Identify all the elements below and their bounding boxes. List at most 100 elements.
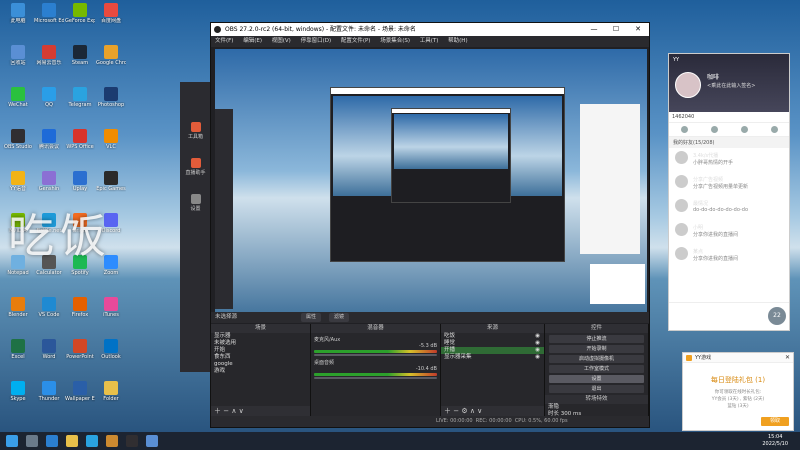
sources-toolbar[interactable]: ＋ − ⚙ ∧ ∨ — [441, 406, 544, 416]
scenes-toolbar[interactable]: ＋ − ∧ ∨ — [211, 406, 310, 416]
maximize-button[interactable]: ☐ — [605, 23, 627, 36]
studio-mode-button[interactable]: 工作室模式 — [549, 365, 644, 373]
scene-item[interactable]: 食东西 — [211, 354, 310, 361]
start-icon[interactable] — [6, 435, 18, 447]
desktop-icon[interactable]: Excel — [3, 339, 33, 360]
desktop-icon[interactable]: YY语音 — [3, 171, 33, 192]
transition-type-select[interactable]: 渐隐 — [545, 404, 648, 411]
app-icon — [104, 171, 118, 185]
source-item[interactable]: 开播 ◉ — [441, 347, 544, 354]
desktop-icon[interactable]: Wallpaper Engine — [65, 381, 95, 402]
menu-help[interactable]: 帮助(H) — [448, 38, 467, 44]
desktop-icon[interactable]: Epic Games — [96, 171, 126, 192]
menu-view[interactable]: 视图(V) — [272, 38, 291, 44]
desktop-icon[interactable]: Outlook — [96, 339, 126, 360]
desktop-icon[interactable]: 此电脑 — [3, 3, 33, 24]
scene-item[interactable]: 未被选用 — [211, 340, 310, 347]
menu-docks[interactable]: 停靠窗口(D) — [301, 38, 332, 44]
desktop-icon[interactable]: Blender — [3, 297, 33, 318]
desktop-icon[interactable]: Google Chrome — [96, 45, 126, 66]
menu-file[interactable]: 文件(F) — [215, 38, 233, 44]
source-item[interactable]: 睡觉 ◉ — [441, 340, 544, 347]
desktop-icon[interactable]: Uplay — [65, 171, 95, 192]
bg-tab-tools[interactable]: 工具箱 — [180, 122, 211, 140]
claim-button[interactable]: 领取 — [761, 417, 789, 426]
menu-edit[interactable]: 编辑(E) — [243, 38, 262, 44]
virtual-camera-button[interactable]: 启动虚拟摄像机 — [549, 355, 644, 363]
edge-icon[interactable] — [46, 435, 58, 447]
desktop-icon[interactable]: Steam — [65, 45, 95, 66]
list-item[interactable]: 3.4k/s代播 小胖哥热情的开手 — [669, 148, 789, 172]
desktop-icon[interactable]: WPS Office — [65, 129, 95, 150]
scene-item[interactable]: 显示器 — [211, 333, 310, 340]
menu-profile[interactable]: 配置文件(P) — [341, 38, 371, 44]
tab-channels-icon[interactable] — [740, 126, 748, 133]
unread-count-badge[interactable]: 22 — [768, 307, 786, 325]
app-icon[interactable] — [146, 435, 158, 447]
desktop-icon[interactable]: Genshin — [34, 171, 64, 192]
folder-icon[interactable] — [66, 435, 78, 447]
taskbar-clock[interactable]: 15:04 2022/5/10 — [762, 434, 788, 448]
list-item[interactable]: 小明 分享你进我的直播间 — [669, 220, 789, 244]
exit-button[interactable]: 退出 — [549, 385, 644, 393]
tab-recent-icon[interactable] — [770, 126, 778, 133]
tab-contacts-icon[interactable] — [680, 126, 688, 133]
desktop-icon[interactable]: GeForce Experience — [65, 3, 95, 24]
yy-icon[interactable] — [106, 435, 118, 447]
desktop-icon[interactable]: WeChat — [3, 87, 33, 108]
desktop-icon[interactable]: 回收站 — [3, 45, 33, 66]
desktop-icon[interactable]: VS Code — [34, 297, 64, 318]
tab-groups-icon[interactable] — [710, 126, 718, 133]
volume-slider[interactable] — [314, 377, 437, 379]
list-item[interactable]: 最情况 do-do-do-do-do-do-do — [669, 196, 789, 220]
obs-icon[interactable] — [126, 435, 138, 447]
minimize-button[interactable]: — — [583, 23, 605, 36]
scene-item[interactable]: google — [211, 361, 310, 368]
list-item[interactable]: 某点 分享你进我的直播间 — [669, 244, 789, 268]
avatar[interactable] — [675, 72, 701, 98]
desktop-icon[interactable]: OBS Studio — [3, 129, 33, 150]
eye-icon[interactable]: ◉ — [535, 340, 540, 347]
start-recording-button[interactable]: 开始录制 — [549, 345, 644, 353]
desktop-icon[interactable]: Thunder — [34, 381, 64, 402]
desktop-icon[interactable]: VLC — [96, 129, 126, 150]
yy-signature[interactable]: <乘此在此输入签名> — [707, 82, 755, 89]
eye-icon[interactable]: ◉ — [535, 347, 540, 354]
scene-item[interactable]: 开始 — [211, 347, 310, 354]
telegram-icon[interactable] — [86, 435, 98, 447]
eye-icon[interactable]: ◉ — [535, 333, 540, 340]
desktop-icon[interactable]: Folder — [96, 381, 126, 402]
list-item[interactable]: 分享广告视频 分享广告视频用量单更新 — [669, 172, 789, 196]
menu-tools[interactable]: 工具(T) — [420, 38, 439, 44]
source-item[interactable]: 显示器采集 ◉ — [441, 354, 544, 361]
eye-icon[interactable]: ◉ — [535, 354, 540, 361]
desktop-icon[interactable]: 网易云音乐 — [34, 45, 64, 66]
settings-button[interactable]: 设置 — [549, 375, 644, 383]
menu-scene-collection[interactable]: 场景集合(S) — [380, 38, 410, 44]
desktop-icon[interactable]: iTunes — [96, 297, 126, 318]
stop-streaming-button[interactable]: 停止推流 — [549, 335, 644, 343]
filters-button[interactable]: 滤镜 — [329, 313, 350, 322]
desktop-icon[interactable]: Word — [34, 339, 64, 360]
desktop-icon[interactable]: Microsoft Edge — [34, 3, 64, 24]
scene-item[interactable]: 游戏 — [211, 368, 310, 375]
search-icon[interactable] — [26, 435, 38, 447]
close-button[interactable]: ✕ — [627, 23, 649, 36]
volume-slider[interactable] — [314, 354, 437, 356]
desktop-icon[interactable]: QQ — [34, 87, 64, 108]
properties-button[interactable]: 属性 — [301, 313, 322, 322]
desktop-icon[interactable]: 百度网盘 — [96, 3, 126, 24]
source-item[interactable]: 吃饭 ◉ — [441, 333, 544, 340]
bg-tab-settings[interactable]: 设置 — [180, 194, 211, 212]
desktop-icon[interactable]: Telegram — [65, 87, 95, 108]
desktop-icon[interactable]: Skype — [3, 381, 33, 402]
desktop-icon[interactable]: Firefox — [65, 297, 95, 318]
close-icon[interactable]: ✕ — [785, 353, 790, 363]
bg-tab-live[interactable]: 直播助手 — [180, 158, 211, 176]
desktop-icon[interactable]: Photoshop — [96, 87, 126, 108]
yy-search-input[interactable]: 1462040 — [669, 112, 789, 123]
obs-preview[interactable] — [215, 49, 647, 320]
desktop-icon[interactable]: PowerPoint — [65, 339, 95, 360]
friend-group-header[interactable]: 我的好友(15/208) — [669, 137, 789, 148]
desktop-icon[interactable]: 腾讯会议 — [34, 129, 64, 150]
